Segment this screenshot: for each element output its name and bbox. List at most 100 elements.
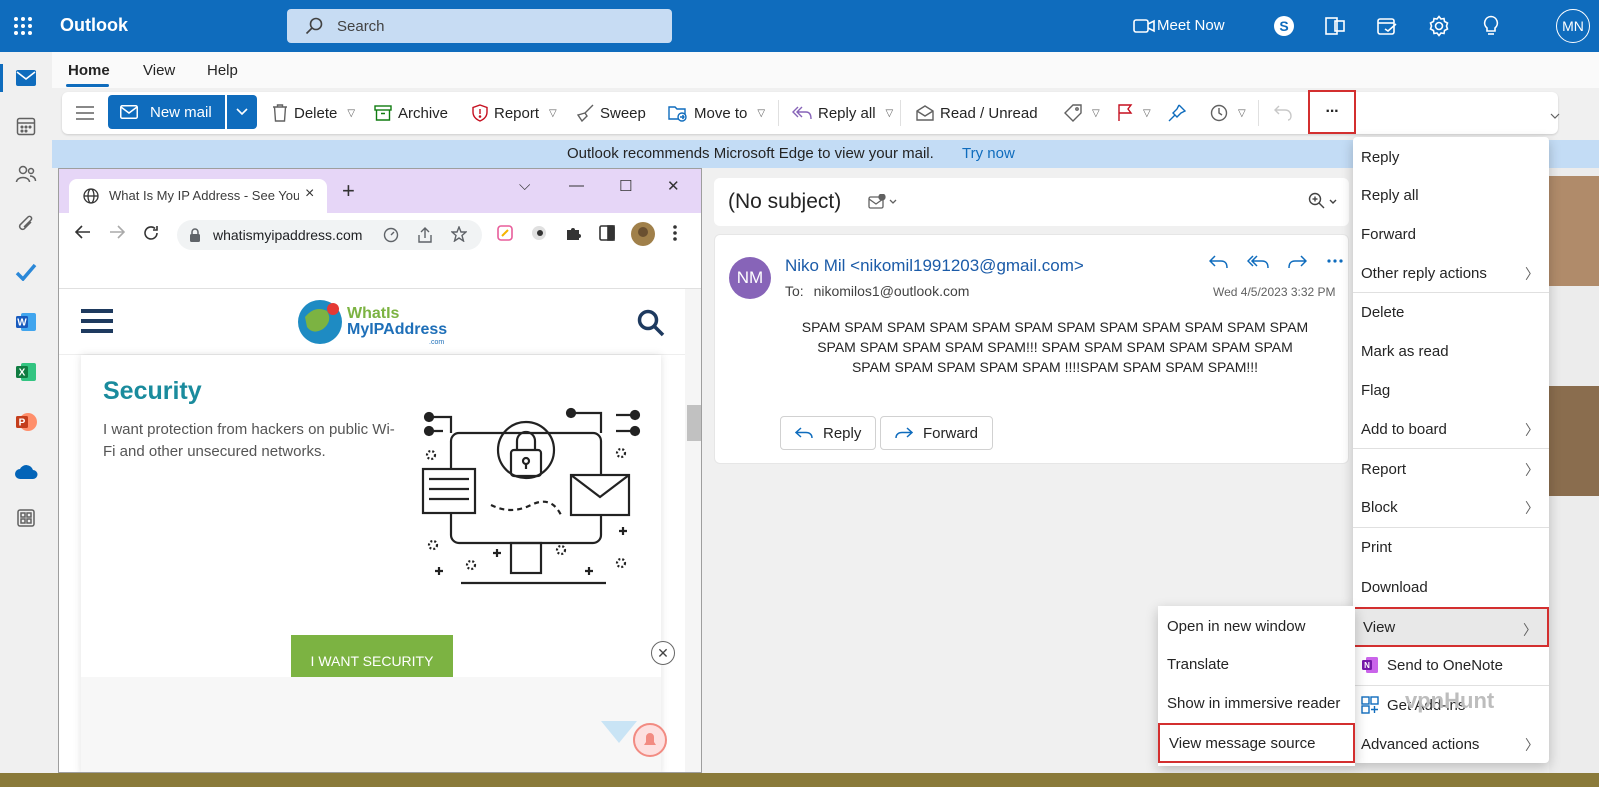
performance-icon[interactable] bbox=[383, 227, 399, 243]
message-more-icon[interactable] bbox=[1327, 259, 1343, 263]
site-hamburger-icon[interactable] bbox=[81, 309, 113, 333]
forward-arrow-icon[interactable] bbox=[1287, 255, 1307, 269]
submenu-immersive-reader[interactable]: Show in immersive reader bbox=[1158, 685, 1355, 721]
skype-icon[interactable]: S bbox=[1271, 13, 1297, 39]
site-search-icon[interactable] bbox=[637, 309, 665, 337]
delete-button[interactable]: Delete ▽ bbox=[272, 92, 355, 134]
todo-check-icon[interactable] bbox=[12, 258, 40, 286]
address-bar[interactable]: whatismyipaddress.com bbox=[177, 220, 482, 250]
menu-item-report[interactable]: Report 〉 bbox=[1353, 451, 1549, 487]
back-arrow-icon[interactable] bbox=[75, 225, 91, 239]
hamburger-icon[interactable] bbox=[76, 92, 94, 134]
reply-all-button[interactable]: Reply all ▽ bbox=[792, 92, 893, 134]
sensitivity-icon[interactable] bbox=[868, 194, 898, 210]
menu-item-advanced-actions[interactable]: Advanced actions 〉 bbox=[1353, 726, 1549, 762]
more-options-button[interactable]: ··· bbox=[1308, 90, 1356, 134]
profile-avatar[interactable] bbox=[631, 222, 655, 246]
try-now-link[interactable]: Try now bbox=[962, 145, 1015, 162]
bookmark-star-icon[interactable] bbox=[451, 226, 467, 242]
menu-item-block[interactable]: Block 〉 bbox=[1353, 489, 1549, 525]
pin-icon[interactable] bbox=[1168, 92, 1186, 134]
move-to-button[interactable]: Move to ▽ bbox=[668, 92, 765, 134]
menu-item-reply[interactable]: Reply bbox=[1353, 139, 1549, 175]
new-tab-icon[interactable]: + bbox=[342, 180, 355, 202]
menu-item-other-reply-actions[interactable]: Other reply actions 〉 bbox=[1353, 255, 1549, 291]
app-brand[interactable]: Outlook bbox=[60, 15, 128, 36]
reload-icon[interactable] bbox=[143, 225, 159, 241]
flag-icon[interactable]: ▽ bbox=[1117, 92, 1151, 134]
zoom-icon[interactable] bbox=[1308, 192, 1338, 210]
lightbulb-icon[interactable] bbox=[1478, 13, 1504, 39]
scroll-down-triangle-icon[interactable] bbox=[601, 721, 637, 745]
forward-arrow-icon[interactable] bbox=[109, 225, 125, 239]
tab-home[interactable]: Home bbox=[68, 62, 110, 79]
sender-avatar[interactable]: NM bbox=[729, 257, 771, 299]
user-avatar[interactable]: MN bbox=[1556, 9, 1590, 43]
close-tab-icon[interactable]: × bbox=[305, 185, 314, 203]
mail-icon[interactable] bbox=[12, 64, 40, 92]
reply-all-arrow-icon[interactable] bbox=[1247, 255, 1269, 269]
search-box[interactable]: Search bbox=[287, 9, 672, 43]
menu-item-mark-as-read[interactable]: Mark as read bbox=[1353, 333, 1549, 369]
word-icon[interactable]: W bbox=[12, 308, 40, 336]
site-logo[interactable]: WhatIs MyIPAddress .com bbox=[295, 297, 455, 349]
menu-item-flag[interactable]: Flag bbox=[1353, 372, 1549, 408]
minimize-icon[interactable]: — bbox=[569, 177, 584, 194]
forward-button[interactable]: Forward bbox=[880, 416, 994, 450]
browser-menu-icon[interactable] bbox=[673, 225, 677, 241]
ribbon-collapse-icon[interactable] bbox=[1550, 106, 1560, 126]
submenu-open-in-new-window[interactable]: Open in new window bbox=[1158, 608, 1355, 644]
ad-close-icon[interactable]: ✕ bbox=[651, 641, 675, 665]
maximize-icon[interactable]: ☐ bbox=[619, 177, 632, 195]
tab-search-chevron-icon[interactable]: ⌵ bbox=[519, 177, 530, 194]
reply-arrow-icon[interactable] bbox=[1209, 255, 1229, 269]
video-camera-icon[interactable] bbox=[1131, 13, 1157, 39]
undo-icon[interactable] bbox=[1274, 92, 1292, 134]
extension-color-icon[interactable] bbox=[497, 225, 513, 241]
browser-tab[interactable]: What Is My IP Address - See Your × bbox=[69, 179, 327, 213]
menu-item-print[interactable]: Print bbox=[1353, 529, 1549, 565]
new-mail-dropdown[interactable] bbox=[227, 95, 257, 129]
close-window-icon[interactable]: ✕ bbox=[667, 177, 680, 195]
app-launcher-icon[interactable] bbox=[13, 16, 33, 36]
notification-bell-icon[interactable] bbox=[633, 723, 667, 757]
menu-item-download[interactable]: Download bbox=[1353, 569, 1549, 605]
read-unread-button[interactable]: Read / Unread bbox=[916, 92, 1038, 134]
menu-item-view[interactable]: View 〉 bbox=[1353, 607, 1549, 647]
settings-gear-icon[interactable] bbox=[1426, 13, 1452, 39]
categorize-tag-icon[interactable]: ▽ bbox=[1064, 92, 1100, 134]
snooze-clock-icon[interactable]: ▽ bbox=[1210, 92, 1246, 134]
scrollbar-thumb[interactable] bbox=[687, 405, 701, 441]
share-icon[interactable] bbox=[417, 227, 433, 243]
menu-item-forward[interactable]: Forward bbox=[1353, 216, 1549, 252]
reply-button[interactable]: Reply bbox=[780, 416, 877, 450]
attachment-icon[interactable] bbox=[12, 210, 40, 238]
extension-shield-icon[interactable] bbox=[531, 225, 547, 241]
tab-view[interactable]: View bbox=[143, 62, 175, 79]
excel-icon[interactable]: X bbox=[12, 358, 40, 386]
tab-help[interactable]: Help bbox=[207, 62, 238, 79]
meet-now-button[interactable]: Meet Now bbox=[1157, 17, 1225, 34]
menu-item-reply-all[interactable]: Reply all bbox=[1353, 177, 1549, 213]
archive-button[interactable]: Archive bbox=[374, 92, 448, 134]
submenu-translate[interactable]: Translate bbox=[1158, 646, 1355, 682]
browser-scrollbar[interactable] bbox=[685, 289, 701, 772]
onedrive-icon[interactable] bbox=[12, 458, 40, 486]
menu-item-add-to-board[interactable]: Add to board 〉 bbox=[1353, 411, 1549, 447]
report-button[interactable]: Report ▽ bbox=[472, 92, 557, 134]
submenu-view-message-source[interactable]: View message source bbox=[1158, 723, 1355, 763]
sender-name[interactable]: Niko Mil <nikomil1991203@gmail.com> bbox=[785, 256, 1084, 276]
extensions-puzzle-icon[interactable] bbox=[565, 225, 581, 241]
powerpoint-icon[interactable]: P bbox=[12, 408, 40, 436]
new-mail-button[interactable]: New mail bbox=[108, 95, 225, 129]
office-icon[interactable] bbox=[1322, 13, 1348, 39]
menu-item-send-to-onenote[interactable]: N Send to OneNote bbox=[1353, 647, 1549, 683]
calendar-icon[interactable] bbox=[12, 112, 40, 140]
people-icon[interactable] bbox=[12, 160, 40, 188]
menu-item-delete[interactable]: Delete bbox=[1353, 294, 1549, 330]
sweep-button[interactable]: Sweep bbox=[576, 92, 646, 134]
more-apps-icon[interactable] bbox=[12, 504, 40, 532]
my-day-icon[interactable] bbox=[1374, 13, 1400, 39]
side-panel-icon[interactable] bbox=[599, 225, 615, 241]
recipient-address[interactable]: nikomilos1@outlook.com bbox=[814, 283, 970, 299]
